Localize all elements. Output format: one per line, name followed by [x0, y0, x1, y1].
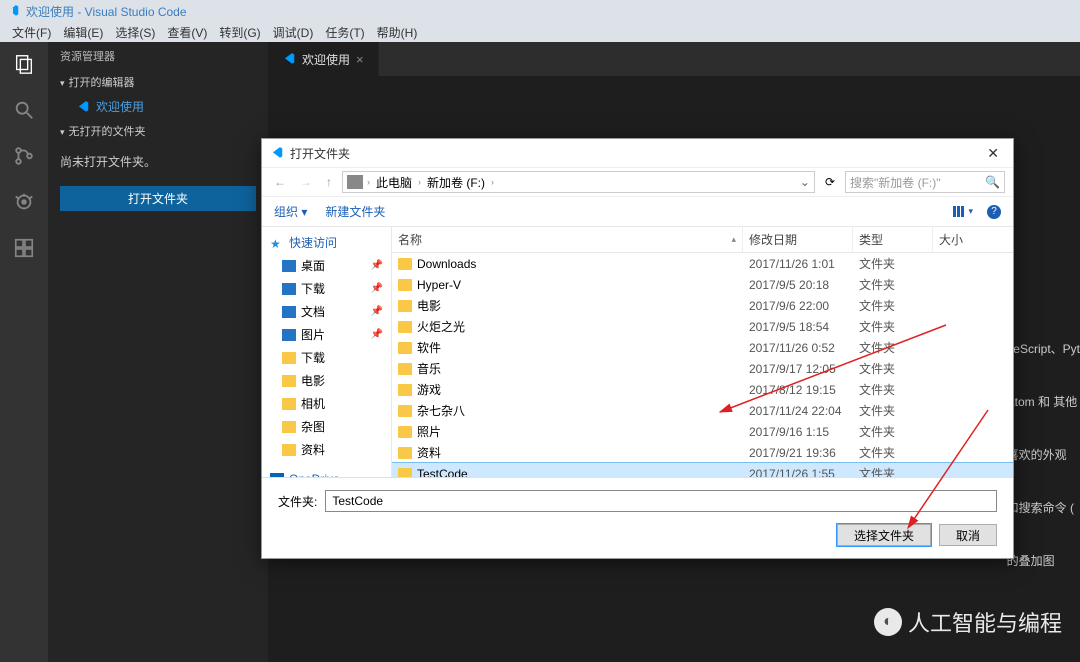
- nav-back-icon[interactable]: ←: [270, 175, 290, 189]
- col-type[interactable]: 类型: [853, 227, 933, 252]
- tree-folder[interactable]: 下载: [266, 346, 387, 369]
- vscode-logo-icon: [270, 146, 284, 160]
- menu-edit[interactable]: 编辑(E): [57, 24, 109, 41]
- col-date[interactable]: 修改日期: [743, 227, 853, 252]
- file-row[interactable]: 游戏2017/8/12 19:15文件夹: [392, 379, 1013, 400]
- open-folder-dialog: 打开文件夹 ✕ ← → ↑ › 此电脑 › 新加卷 (F:) › ⌄ ⟳ 搜索"…: [261, 138, 1014, 559]
- search-input[interactable]: 搜索"新加卷 (F:)" 🔍: [845, 171, 1005, 193]
- file-row[interactable]: Downloads2017/11/26 1:01文件夹: [392, 253, 1013, 274]
- file-row[interactable]: Hyper-V2017/9/5 20:18文件夹: [392, 274, 1013, 295]
- watermark: ◐ 人工智能与编程: [874, 606, 1062, 638]
- tree-desktop[interactable]: 桌面📌: [266, 254, 387, 277]
- window-title: 欢迎使用 - Visual Studio Code: [26, 3, 187, 20]
- vscode-file-icon: [282, 52, 296, 66]
- tree-quick-access[interactable]: ★快速访问: [266, 231, 387, 254]
- file-row[interactable]: 火炬之光2017/9/5 18:54文件夹: [392, 316, 1013, 337]
- no-folder-section[interactable]: 无打开的文件夹: [48, 119, 268, 143]
- menubar: 文件(F) 编辑(E) 选择(S) 查看(V) 转到(G) 调试(D) 任务(T…: [0, 22, 1080, 42]
- select-folder-button[interactable]: 选择文件夹: [837, 524, 931, 546]
- file-row[interactable]: 资料2017/9/21 19:36文件夹: [392, 442, 1013, 463]
- refresh-icon[interactable]: ⟳: [821, 175, 839, 189]
- file-row[interactable]: TestCode2017/11/26 1:55文件夹: [392, 463, 1013, 477]
- tree-folder[interactable]: 相机: [266, 392, 387, 415]
- dialog-title: 打开文件夹: [290, 145, 350, 162]
- explorer-icon[interactable]: [10, 50, 38, 78]
- menu-tasks[interactable]: 任务(T): [319, 24, 370, 41]
- folder-icon: [398, 342, 412, 354]
- editor-tabs: 欢迎使用 ×: [268, 42, 1080, 76]
- chevron-down-icon[interactable]: ⌄: [800, 175, 810, 189]
- tree-pictures[interactable]: 图片📌: [266, 323, 387, 346]
- cancel-button[interactable]: 取消: [939, 524, 997, 546]
- new-folder-button[interactable]: 新建文件夹: [325, 203, 385, 220]
- no-folder-msg: 尚未打开文件夹。: [48, 143, 268, 180]
- folder-input[interactable]: [325, 490, 997, 512]
- file-row[interactable]: 电影2017/9/6 22:00文件夹: [392, 295, 1013, 316]
- tab-welcome[interactable]: 欢迎使用 ×: [268, 42, 379, 76]
- file-list: 名称▴ 修改日期 类型 大小 Downloads2017/11/26 1:01文…: [392, 227, 1013, 477]
- file-row[interactable]: 音乐2017/9/17 12:05文件夹: [392, 358, 1013, 379]
- git-icon[interactable]: [10, 142, 38, 170]
- search-icon: 🔍: [985, 175, 1000, 189]
- window-titlebar: 欢迎使用 - Visual Studio Code: [0, 0, 1080, 22]
- explorer-sidebar: 资源管理器 打开的编辑器 欢迎使用 无打开的文件夹 尚未打开文件夹。 打开文件夹: [48, 42, 268, 662]
- address-bar[interactable]: › 此电脑 › 新加卷 (F:) › ⌄: [342, 171, 815, 193]
- file-row[interactable]: 照片2017/9/16 1:15文件夹: [392, 421, 1013, 442]
- folder-icon: [398, 279, 412, 291]
- folder-label: 文件夹:: [278, 493, 317, 510]
- menu-file[interactable]: 文件(F): [6, 24, 57, 41]
- close-icon[interactable]: ✕: [981, 143, 1005, 164]
- tree-folder[interactable]: 电影: [266, 369, 387, 392]
- open-editor-welcome[interactable]: 欢迎使用: [48, 94, 268, 119]
- debug-icon[interactable]: [10, 188, 38, 216]
- folder-icon: [398, 468, 412, 478]
- menu-go[interactable]: 转到(G): [213, 24, 266, 41]
- folder-icon: [398, 363, 412, 375]
- close-icon[interactable]: ×: [356, 52, 364, 67]
- breadcrumb-drive[interactable]: 新加卷 (F:): [425, 174, 487, 191]
- help-icon[interactable]: ?: [987, 205, 1001, 219]
- extensions-icon[interactable]: [10, 234, 38, 262]
- folder-icon: [398, 384, 412, 396]
- tree-downloads[interactable]: 下载📌: [266, 277, 387, 300]
- nav-tree: ★快速访问 桌面📌 下载📌 文档📌 图片📌 下载 电影 相机 杂图 资料 One…: [262, 227, 392, 477]
- welcome-right-column: peScript、Pyt Atom 和 其他 喜欢的外观 和搜索命令 ( 的叠加…: [1007, 322, 1080, 587]
- file-row[interactable]: 软件2017/11/26 0:52文件夹: [392, 337, 1013, 358]
- menu-debug[interactable]: 调试(D): [267, 24, 320, 41]
- folder-icon: [398, 447, 412, 459]
- tree-folder[interactable]: 资料: [266, 438, 387, 461]
- nav-up-icon[interactable]: ↑: [322, 175, 336, 189]
- folder-icon: [398, 426, 412, 438]
- column-headers: 名称▴ 修改日期 类型 大小: [392, 227, 1013, 253]
- wechat-icon: ◐: [874, 608, 902, 636]
- col-size[interactable]: 大小: [933, 227, 1013, 252]
- search-icon[interactable]: [10, 96, 38, 124]
- drive-icon: [347, 175, 363, 189]
- vscode-logo-icon: [6, 4, 20, 18]
- menu-view[interactable]: 查看(V): [161, 24, 213, 41]
- folder-icon: [398, 321, 412, 333]
- tree-onedrive[interactable]: OneDrive: [266, 469, 387, 477]
- vscode-file-icon: [76, 100, 90, 114]
- activitybar: [0, 42, 48, 662]
- folder-icon: [398, 258, 412, 270]
- organize-menu[interactable]: 组织 ▾: [274, 203, 307, 220]
- open-editors-section[interactable]: 打开的编辑器: [48, 70, 268, 94]
- col-name[interactable]: 名称▴: [392, 227, 743, 252]
- file-row[interactable]: 杂七杂八2017/11/24 22:04文件夹: [392, 400, 1013, 421]
- open-folder-button[interactable]: 打开文件夹: [60, 186, 256, 211]
- menu-help[interactable]: 帮助(H): [371, 24, 424, 41]
- folder-icon: [398, 300, 412, 312]
- menu-selection[interactable]: 选择(S): [109, 24, 161, 41]
- tree-folder[interactable]: 杂图: [266, 415, 387, 438]
- folder-icon: [398, 405, 412, 417]
- breadcrumb-pc[interactable]: 此电脑: [374, 174, 414, 191]
- view-mode-icon[interactable]: ▾: [953, 206, 973, 217]
- nav-forward-icon[interactable]: →: [296, 175, 316, 189]
- sidebar-title: 资源管理器: [48, 42, 268, 70]
- tree-documents[interactable]: 文档📌: [266, 300, 387, 323]
